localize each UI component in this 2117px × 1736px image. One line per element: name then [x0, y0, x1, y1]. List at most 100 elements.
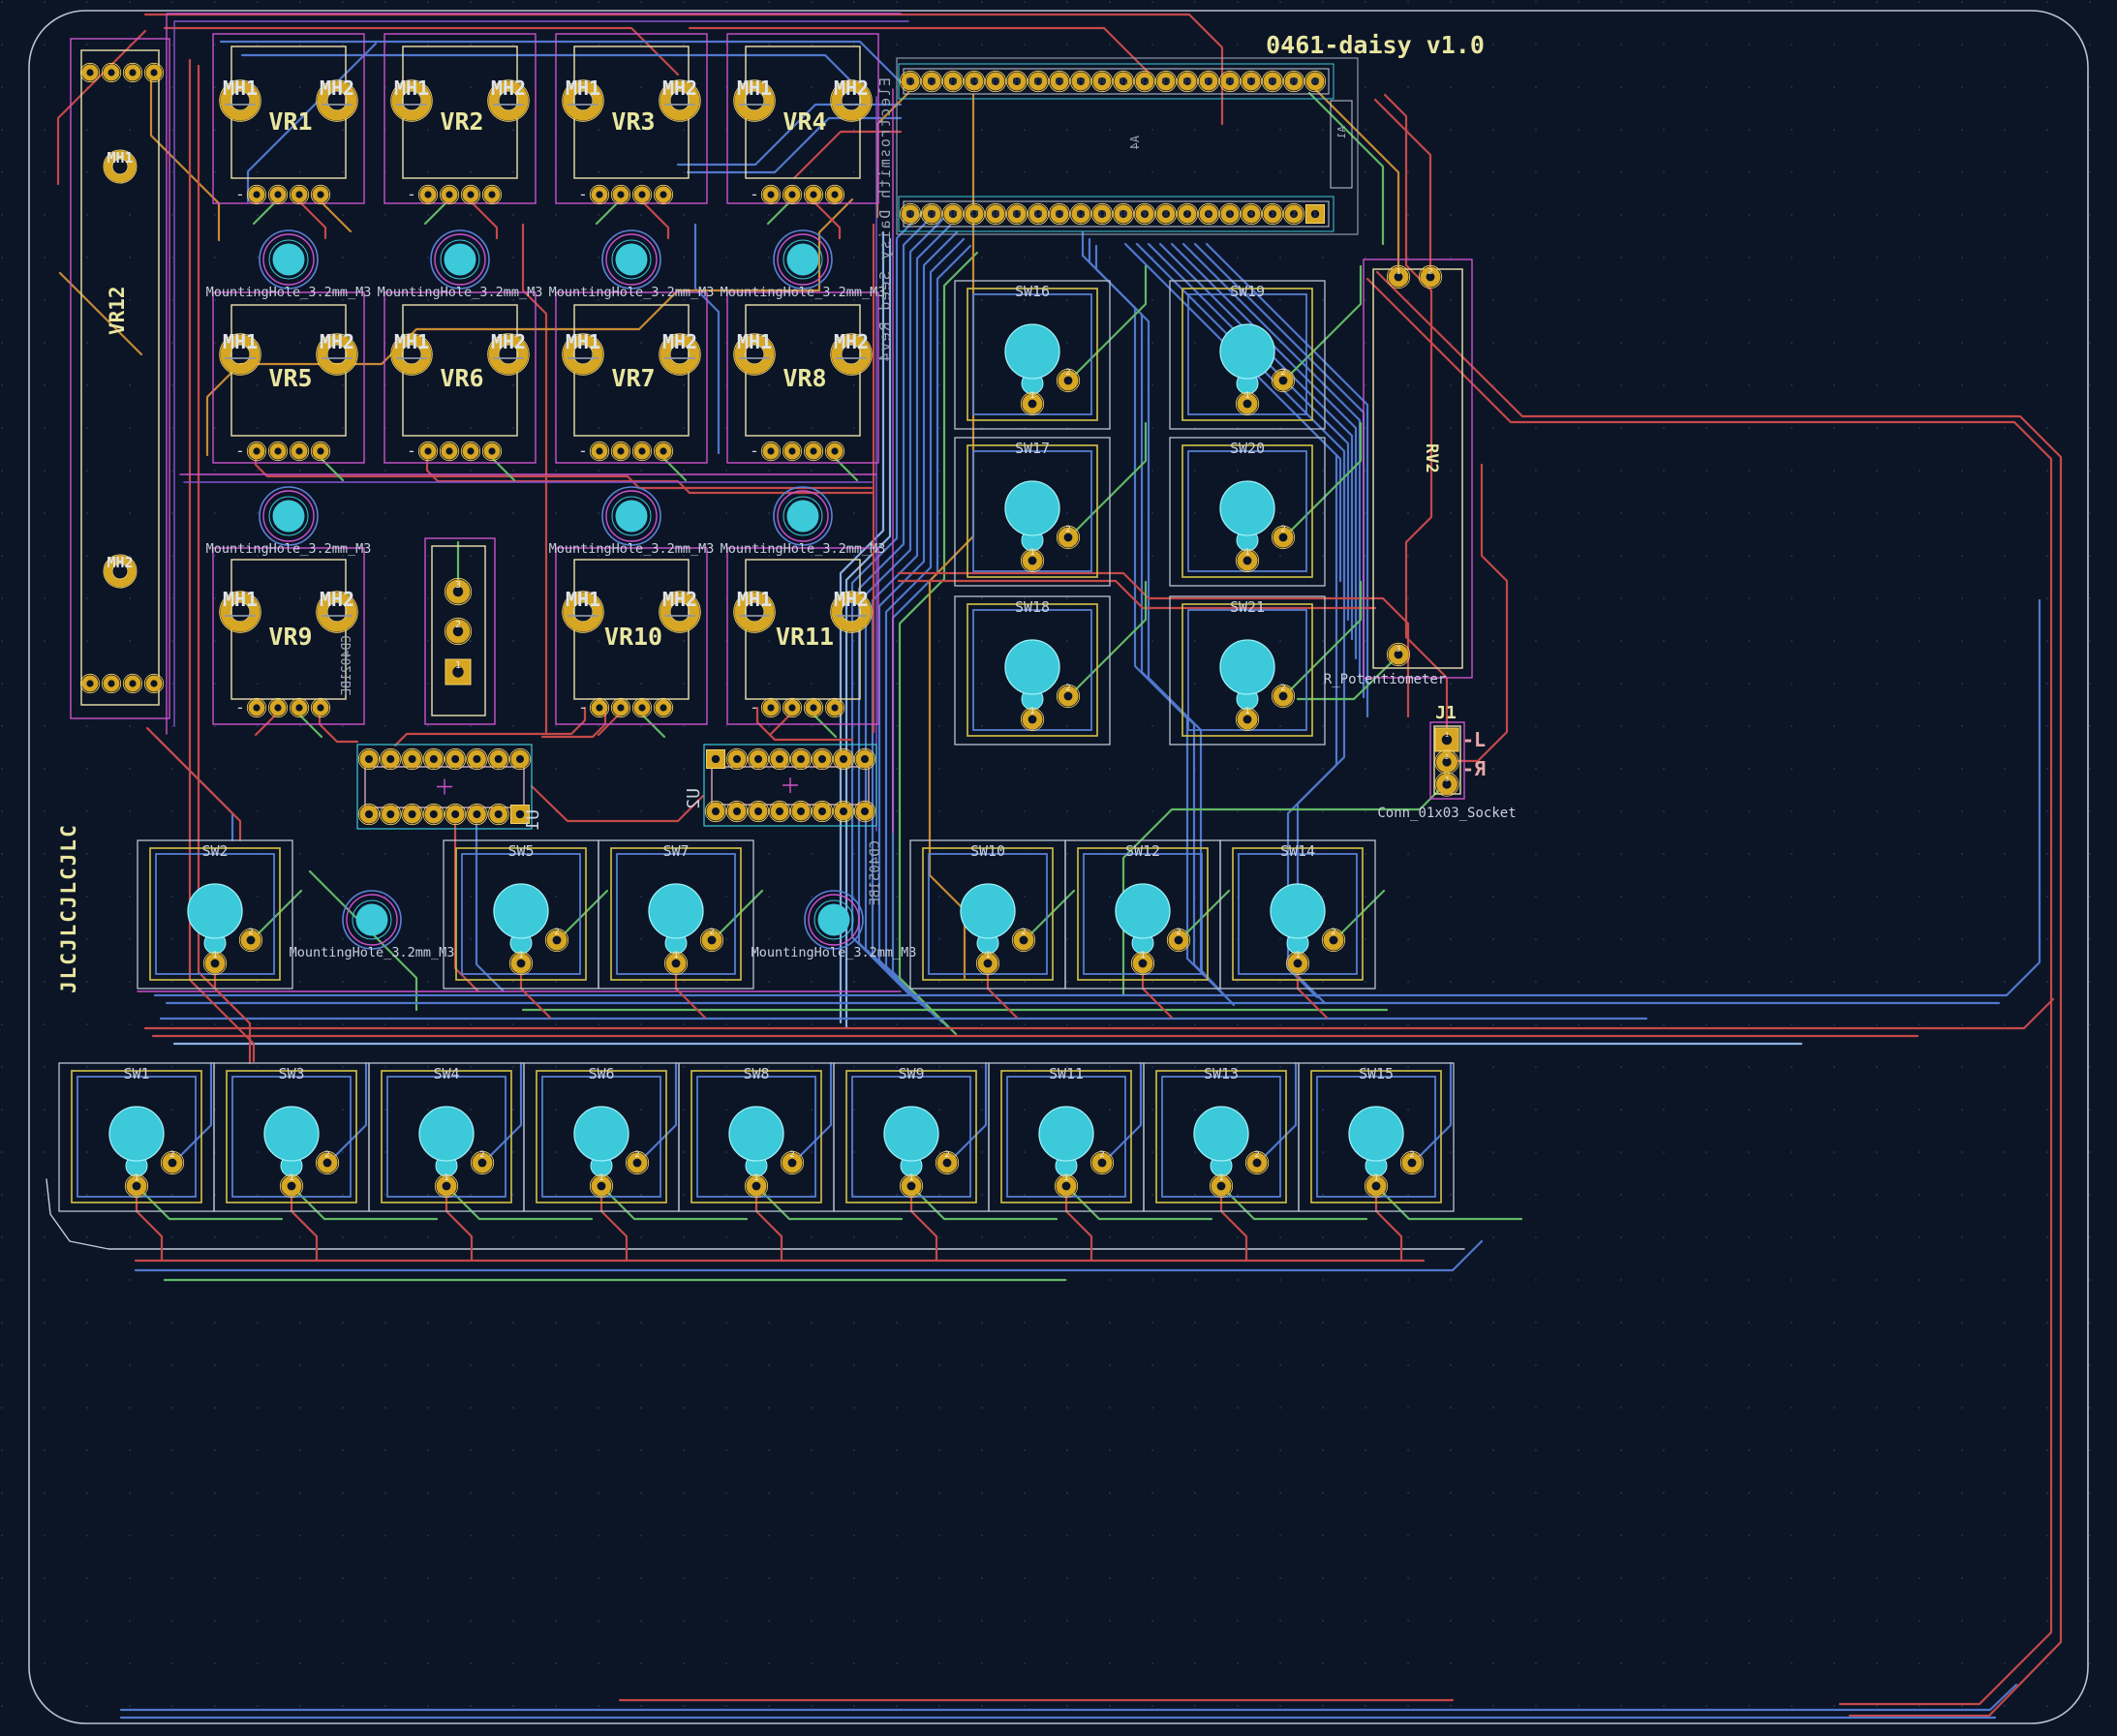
switch-ref-label: SW13 — [1204, 1065, 1239, 1082]
vr12-mh-label: MH2 — [107, 554, 133, 571]
j1-right-channel-label: -Я — [1462, 757, 1486, 780]
switch-pad2-number: 2 — [1280, 684, 1285, 693]
vr-ref-label: VR8 — [782, 364, 826, 392]
rv2-ref-label: RV2 — [1422, 443, 1441, 473]
switch-ref-label: SW6 — [588, 1065, 614, 1082]
u2-value-text: CD4051BE — [868, 840, 883, 905]
pad-minus-mark: - — [578, 442, 588, 460]
header-pin-number: 6 — [1207, 210, 1212, 219]
switch-ref-label: SW18 — [1015, 598, 1050, 616]
switch-pad2-number: 2 — [1021, 928, 1026, 937]
header-pin-number: 20 — [905, 210, 915, 219]
header-a1-mark: A1 — [1335, 126, 1348, 138]
switch-pad1-number: 1 — [212, 951, 217, 960]
mh2-pad-label: MH2 — [662, 76, 697, 100]
header-pin-number: 5 — [1228, 210, 1233, 219]
vr-ref-label: VR7 — [611, 364, 655, 392]
daisy-seed-silk-text: Electrosmith Daisy Seed Rev4 — [876, 77, 894, 363]
vr-ref-label: VR9 — [268, 623, 312, 651]
j1-value-label: Conn_01x03_Socket — [1377, 806, 1516, 821]
board-title: 0461-daisy v1.0 — [1266, 31, 1485, 59]
vr12-mh-label: MH1 — [107, 149, 133, 167]
mh2-pad-label: MH2 — [491, 330, 526, 353]
header-pin-number: 4 — [1249, 210, 1254, 219]
switch-ref-label: SW1 — [123, 1065, 149, 1082]
mh2-pad-label: MH2 — [662, 588, 697, 611]
header-pin-number: 38 — [1268, 77, 1277, 86]
header-pin-number: 9 — [1143, 210, 1148, 219]
mh1-pad-label: MH1 — [394, 76, 429, 100]
header-pin-number: 7 — [1185, 210, 1190, 219]
header-pin-number: 17 — [969, 210, 978, 219]
vr-ref-label: VR2 — [440, 107, 483, 136]
vr-ref-label: VR4 — [782, 107, 826, 136]
switch-pad1-number: 1 — [598, 1173, 603, 1183]
vr-ref-label: VR10 — [604, 623, 662, 651]
mh2-pad-label: MH2 — [320, 76, 354, 100]
switch-ref-label: SW9 — [898, 1065, 924, 1082]
pad-minus-mark: - — [235, 442, 245, 460]
switch-pad2-number: 2 — [789, 1150, 794, 1160]
header-pin-number: 19 — [927, 210, 936, 219]
pad-minus-mark: - — [750, 698, 759, 716]
mh1-pad-label: MH1 — [737, 76, 772, 100]
header-pin-number: 34 — [1182, 77, 1192, 86]
header-pin-number: 32 — [1140, 77, 1149, 86]
pad-minus-mark: - — [750, 185, 759, 203]
pad-minus-mark: - — [235, 698, 245, 716]
switch-pad1-number: 1 — [1244, 707, 1249, 716]
rv2-pad-number: 2 — [1428, 267, 1433, 276]
vr12-ref-label: VR12 — [106, 286, 129, 335]
switch-ref-label: SW8 — [743, 1065, 769, 1082]
u1-value-text: CD4021BE — [340, 635, 354, 696]
switch-pad2-number: 2 — [1065, 525, 1070, 534]
switch-pad2-number: 2 — [169, 1150, 174, 1160]
switch-pad1-number: 1 — [444, 1173, 448, 1183]
switch-pad2-number: 2 — [634, 1150, 639, 1160]
header-pin-number: 12 — [1076, 210, 1085, 219]
switch-pad1-number: 1 — [1029, 548, 1034, 558]
vr-ref-label: VR6 — [440, 364, 483, 392]
mh1-pad-label: MH1 — [566, 588, 600, 611]
header-pin-number: 25 — [991, 77, 999, 86]
j1-pad-number: 2 — [1445, 753, 1449, 761]
header-pin-number: 1 — [1313, 210, 1318, 219]
mh2-pad-label: MH2 — [834, 76, 869, 100]
rv1-pad-number: 3 — [455, 580, 461, 591]
header-pin-number: 24 — [969, 77, 979, 86]
pcb-editor-viewport[interactable]: MH1MH2VR1-MH1MH2VR2-MH1MH2VR3-MH1MH2VR4-… — [0, 0, 2117, 1736]
header-pin-number: 33 — [1161, 77, 1171, 86]
mh1-pad-label: MH1 — [223, 76, 258, 100]
switch-pad1-number: 1 — [134, 1173, 138, 1183]
mh1-pad-label: MH1 — [737, 330, 772, 353]
header-pin-number: 18 — [948, 210, 958, 219]
header-pin-number: 14 — [1033, 210, 1043, 219]
switch-ref-label: SW5 — [507, 842, 534, 860]
switch-ref-label: SW19 — [1230, 283, 1265, 300]
header-pin-number: 23 — [948, 77, 958, 86]
header-pin-number: 37 — [1246, 77, 1255, 86]
vr-ref-label: VR5 — [268, 364, 312, 392]
switch-pad2-number: 2 — [1099, 1150, 1104, 1160]
header-pin-number: 11 — [1097, 210, 1107, 219]
switch-ref-label: SW21 — [1230, 598, 1265, 616]
j1-pad-number: 1 — [1445, 731, 1449, 739]
jlc-order-number: JLCJLCJLCJLC — [57, 823, 80, 993]
header-pin-number: 30 — [1097, 77, 1107, 86]
mounting-hole-label: MountingHole_3.2mm_M3 — [378, 285, 543, 300]
header-pin-number: 26 — [1012, 77, 1022, 86]
switch-ref-label: SW4 — [433, 1065, 459, 1082]
pad-minus-mark: - — [578, 698, 588, 716]
switch-pad2-number: 2 — [1065, 684, 1070, 693]
header-pin-number: 2 — [1292, 210, 1297, 219]
vr-ref-label: VR11 — [776, 623, 834, 651]
header-pin-number: 35 — [1204, 77, 1212, 86]
switch-pad1-number: 1 — [985, 951, 990, 960]
rv1-pad-number: 1 — [455, 660, 461, 671]
header-pin-number: 31 — [1119, 77, 1128, 86]
switch-pad2-number: 2 — [1280, 525, 1285, 534]
pcb-canvas[interactable]: MH1MH2VR1-MH1MH2VR2-MH1MH2VR3-MH1MH2VR4-… — [0, 0, 2117, 1736]
header-pin-number: 15 — [1012, 210, 1021, 219]
rv2-value-label: R_Potentiometer — [1324, 672, 1446, 687]
mounting-hole-label: MountingHole_3.2mm_M3 — [206, 541, 372, 557]
